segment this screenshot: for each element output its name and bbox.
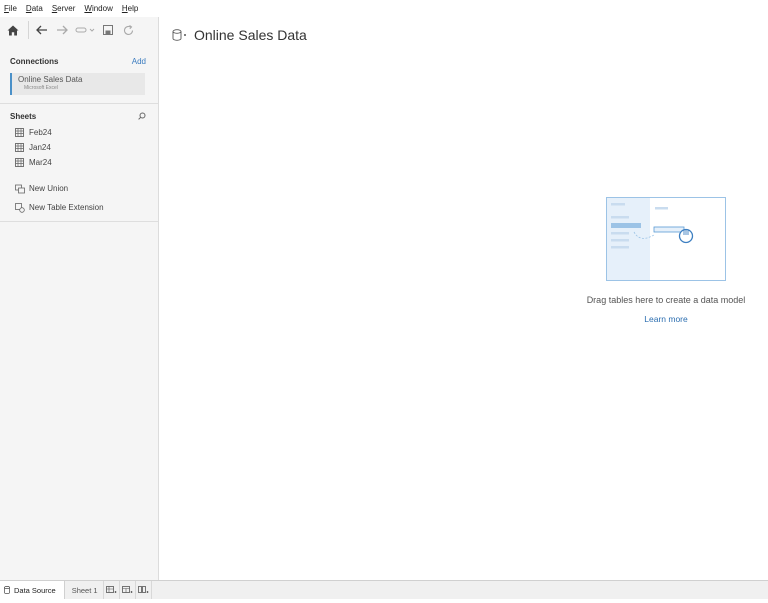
search-icon[interactable] xyxy=(138,112,146,120)
home-icon[interactable] xyxy=(6,23,20,37)
data-model-canvas[interactable]: Online Sales Data Drag tables here to cr… xyxy=(160,17,768,580)
sheets-header: Sheets xyxy=(0,110,158,122)
new-table-extension-label: New Table Extension xyxy=(29,203,104,212)
sheet-item-feb24[interactable]: Feb24 xyxy=(0,125,158,140)
add-connection-link[interactable]: Add xyxy=(132,57,146,66)
new-worksheet-icon[interactable] xyxy=(104,580,120,600)
sheet-label: Jan24 xyxy=(29,143,51,152)
menu-data[interactable]: Data xyxy=(26,4,43,13)
new-table-extension-item[interactable]: New Table Extension xyxy=(0,198,158,217)
drag-tables-hint: Drag tables here to create a data model xyxy=(586,295,746,305)
menu-file[interactable]: File xyxy=(4,4,17,13)
toolbar xyxy=(0,17,158,43)
table-icon xyxy=(15,158,24,167)
data-source-title-row: Online Sales Data xyxy=(172,27,307,43)
sheet-label: Feb24 xyxy=(29,128,52,137)
menu-window[interactable]: Window xyxy=(84,4,112,13)
connections-header: Connections Add xyxy=(0,55,158,67)
union-icon xyxy=(15,184,25,194)
sheet-tab-bar: Data Source Sheet 1 xyxy=(0,580,768,600)
sheet-list: Feb24 Jan24 Mar24 xyxy=(0,125,158,170)
tab-data-source[interactable]: Data Source xyxy=(0,580,65,600)
database-icon[interactable] xyxy=(172,29,188,41)
connection-item[interactable]: Online Sales Data Microsoft Excel xyxy=(10,73,145,95)
save-icon[interactable] xyxy=(101,23,115,37)
table-icon xyxy=(15,128,24,137)
left-panel: Connections Add Online Sales Data Micros… xyxy=(0,17,159,580)
new-story-icon[interactable] xyxy=(136,580,152,600)
toolbar-separator xyxy=(28,21,29,39)
new-union-item[interactable]: New Union xyxy=(0,179,158,198)
sheet-item-jan24[interactable]: Jan24 xyxy=(0,140,158,155)
back-arrow-icon[interactable] xyxy=(35,23,49,37)
tab-data-source-label: Data Source xyxy=(14,585,56,595)
extra-list: New Union New Table Extension xyxy=(0,179,158,217)
divider xyxy=(0,221,158,222)
connections-title: Connections xyxy=(10,56,59,66)
tab-sheet-1[interactable]: Sheet 1 xyxy=(67,580,104,600)
refresh-icon[interactable] xyxy=(121,23,135,37)
table-extension-icon xyxy=(15,202,25,213)
data-source-title[interactable]: Online Sales Data xyxy=(194,27,307,43)
tab-sheet-1-label: Sheet 1 xyxy=(71,585,98,595)
menu-bar: File Data Server Window Help xyxy=(0,0,768,17)
connect-icon[interactable] xyxy=(75,23,95,37)
empty-canvas-placeholder: Drag tables here to create a data model … xyxy=(566,197,766,324)
connection-type: Microsoft Excel xyxy=(24,85,58,91)
sheet-label: Mar24 xyxy=(29,158,52,167)
data-model-illustration xyxy=(606,197,726,281)
divider xyxy=(0,103,158,104)
sheets-title: Sheets xyxy=(10,111,37,121)
menu-server[interactable]: Server xyxy=(52,4,76,13)
forward-arrow-icon[interactable] xyxy=(55,23,69,37)
bottom-strip xyxy=(0,599,768,603)
learn-more-link[interactable]: Learn more xyxy=(566,314,766,324)
new-union-label: New Union xyxy=(29,184,69,193)
connection-name: Online Sales Data xyxy=(18,75,83,84)
database-icon xyxy=(4,586,10,594)
sheet-item-mar24[interactable]: Mar24 xyxy=(0,155,158,170)
new-dashboard-icon[interactable] xyxy=(120,580,136,600)
menu-help[interactable]: Help xyxy=(122,4,138,13)
table-icon xyxy=(15,143,24,152)
